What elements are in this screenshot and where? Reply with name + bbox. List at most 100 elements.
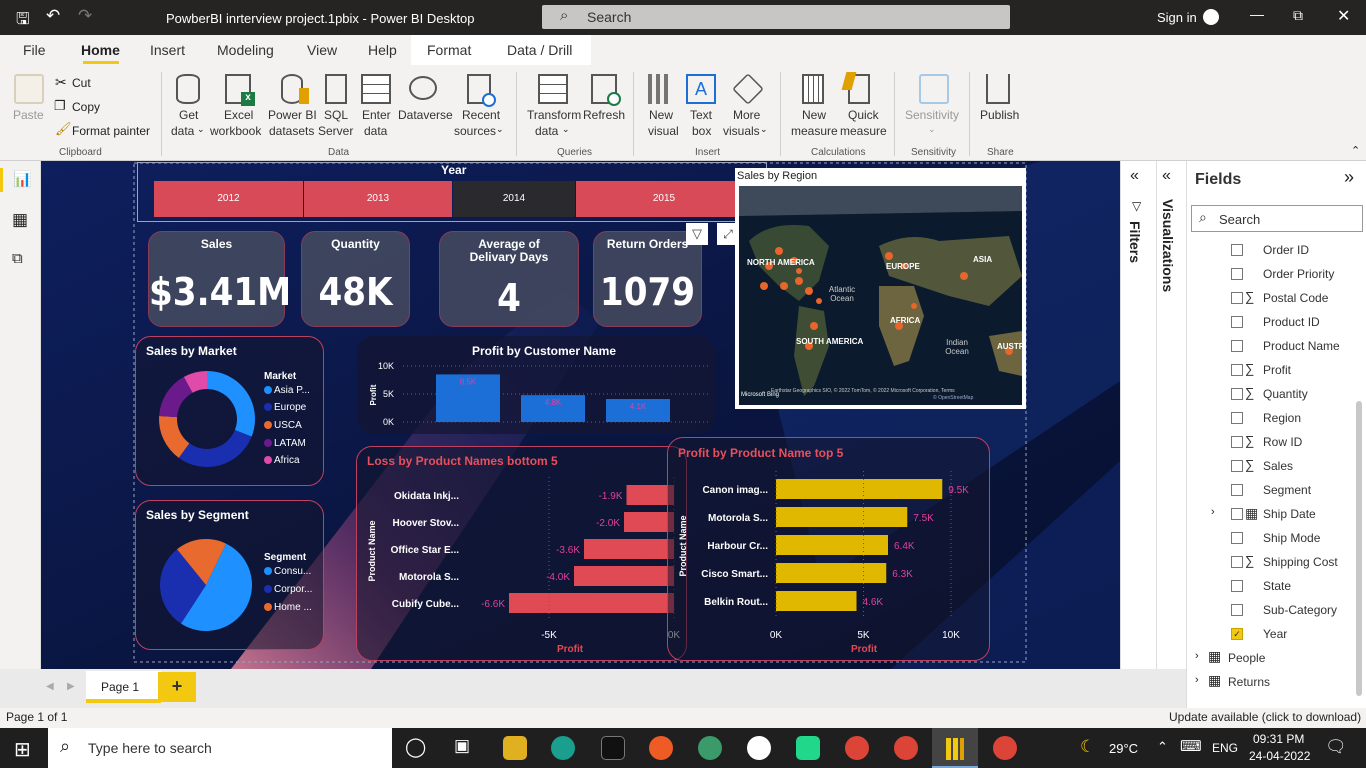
transform-label-2[interactable]: data [535,123,558,139]
sensitivity-button[interactable]: Sensitivity [905,107,959,123]
field-item[interactable]: Segment [1187,479,1357,503]
table-item[interactable]: › ▦ People [1187,647,1357,671]
taskbar-search[interactable]: ⌕ Type here to search [48,728,392,768]
field-item[interactable]: Product Name [1187,335,1357,359]
restore-button[interactable]: ⧉ [1293,7,1303,24]
report-view-icon[interactable]: 📊 [13,170,32,188]
task-view-icon[interactable]: ▣ [454,736,470,756]
field-checkbox[interactable] [1231,412,1243,424]
refresh-button[interactable]: Refresh [583,107,625,123]
slicer-item-2014[interactable]: 2014 [453,181,575,217]
field-item[interactable]: ∑ Postal Code [1187,287,1357,311]
collapse-ribbon-icon[interactable]: ⌃ [1351,144,1360,157]
field-checkbox[interactable] [1231,532,1243,544]
kpi-card-return-orders[interactable]: Return Orders 1079 [593,231,702,327]
field-item[interactable]: ∑ Shipping Cost [1187,551,1357,575]
bar[interactable] [776,563,887,583]
bar[interactable] [509,593,674,613]
visualizations-pane[interactable]: « Visualizations [1156,161,1186,669]
pie-slice-asiap[interactable] [207,371,255,437]
field-item[interactable]: Order Priority [1187,263,1357,287]
field-item[interactable]: Sub-Category [1187,599,1357,623]
tab-view[interactable]: View [307,42,337,58]
save-icon[interactable]: 🖫 [16,8,30,35]
text-box-label-2[interactable]: box [692,123,711,139]
slicer-item-2015[interactable]: 2015 [576,181,752,217]
transform-label-1[interactable]: Transform [527,107,581,123]
dataverse-button[interactable]: Dataverse [398,107,453,123]
field-checkbox[interactable] [1231,340,1243,352]
field-checkbox[interactable] [1231,244,1243,256]
field-checkbox[interactable] [1231,508,1243,520]
field-item[interactable]: ✓ Year [1187,623,1357,647]
bar[interactable] [584,539,674,559]
tab-data-drill[interactable]: Data / Drill [507,42,572,58]
legend-item[interactable]: Consu... [264,566,311,577]
atom-icon[interactable] [698,736,722,760]
pbi-datasets-label-2[interactable]: datasets [269,123,314,139]
quick-measure-label-2[interactable]: measure [840,123,887,139]
undo-icon[interactable]: ↶ [46,6,60,26]
kpi-card-sales[interactable]: Sales $3.41M [148,231,291,327]
weather-temp[interactable]: 29°C [1109,741,1138,756]
cortana-icon[interactable]: ◯ [405,736,426,759]
loss-bar-chart[interactable]: -1.9K Okidata Inkj... -2.0K Hoover Stov... -… [357,447,688,662]
expand-chevron-icon[interactable]: › [1195,650,1199,662]
new-visual-label-2[interactable]: visual [648,123,679,139]
pycharm-icon[interactable] [796,736,820,760]
field-item[interactable]: ∑ Sales [1187,455,1357,479]
quick-measure-label-1[interactable]: Quick [848,107,879,123]
profit-by-product-card[interactable]: Profit by Product Name top 5 9.5K Canon i… [667,437,990,661]
excel-label-2[interactable]: workbook [210,123,261,139]
kpi-card-quantity[interactable]: Quantity 48K [301,231,410,327]
legend-item[interactable]: Home ... [264,602,312,613]
format-painter-button[interactable]: Format painter [72,124,150,138]
filters-pane[interactable]: « ▽ Filters [1120,161,1156,669]
legend-item[interactable]: Africa [264,455,300,466]
tab-file[interactable]: File [23,42,46,58]
field-checkbox[interactable] [1231,364,1243,376]
edge-icon[interactable] [551,736,575,760]
publish-button[interactable]: Publish [980,107,1019,123]
text-box-label-1[interactable]: Text [690,107,712,123]
powerbi-taskbar-active[interactable] [932,728,978,768]
clock-date[interactable]: 24-04-2022 [1249,749,1310,763]
kpi-card-delivery-days[interactable]: Average of Delivary Days 4 [439,231,579,327]
recent-label-1[interactable]: Recent [462,107,500,123]
expand-chevron-icon[interactable]: › [1211,506,1215,518]
more-visuals-label-2[interactable]: visuals [723,123,760,139]
close-button[interactable]: ✕ [1337,6,1350,26]
segment-pie-chart[interactable] [156,535,256,635]
field-checkbox[interactable] [1231,388,1243,400]
tab-home[interactable]: Home [81,42,120,58]
notification-icon[interactable]: 🗨 [1325,737,1347,757]
field-item[interactable]: › ▦ Ship Date [1187,503,1357,527]
get-data-label-2[interactable]: data [171,123,194,139]
slicer-item-2012[interactable]: 2012 [154,181,303,217]
prev-page-icon[interactable]: ◀ [46,681,54,692]
account-avatar[interactable] [1203,9,1219,25]
field-item[interactable]: ∑ Profit [1187,359,1357,383]
bar[interactable] [776,479,943,499]
visualizations-label[interactable]: Visualizations [1160,199,1176,292]
paste-button[interactable]: Paste [13,107,44,123]
enter-data-label-2[interactable]: data [364,123,387,139]
copy-button[interactable]: Copy [72,100,100,114]
expand-chevron-icon[interactable]: › [1195,674,1199,686]
sales-by-market-card[interactable]: Sales by Market Market Asia P... Europe … [135,336,324,486]
field-item[interactable]: State [1187,575,1357,599]
field-checkbox[interactable] [1231,460,1243,472]
language-indicator[interactable]: ENG [1212,741,1238,755]
new-measure-label-2[interactable]: measure [791,123,838,139]
field-checkbox[interactable]: ✓ [1231,628,1243,640]
top-profit-bar-chart[interactable]: 9.5K Canon imag... 7.5K Motorola S... 6.4K Ha… [668,438,991,662]
legend-item[interactable]: LATAM [264,438,306,449]
clock-time[interactable]: 09:31 PM [1253,732,1304,746]
more-visuals-label-1[interactable]: More [733,107,760,123]
next-page-icon[interactable]: ▶ [67,681,75,692]
chevron-up-icon[interactable]: ⌃ [1157,739,1168,755]
recent-label-2[interactable]: sources [454,123,496,139]
expand-fields-icon[interactable]: » [1344,167,1354,188]
field-checkbox[interactable] [1231,580,1243,592]
pbi-datasets-label-1[interactable]: Power BI [268,107,317,123]
